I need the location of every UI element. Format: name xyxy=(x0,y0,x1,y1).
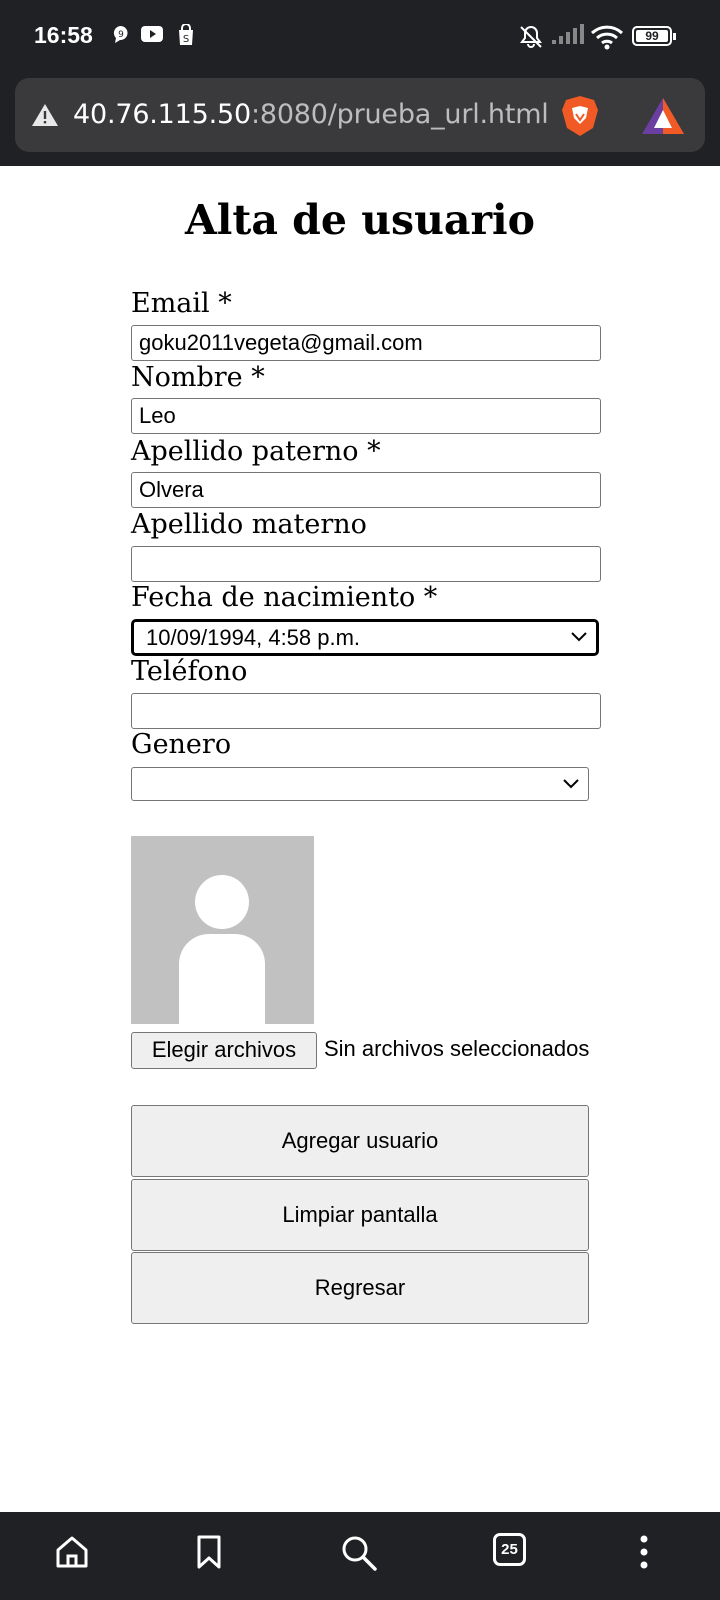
url-text[interactable]: 40.76.115.50:8080/prueba_url.html xyxy=(73,99,549,130)
file-status: Sin archivos seleccionados xyxy=(324,1036,590,1061)
apellido-materno-field[interactable] xyxy=(131,546,601,582)
wifi-icon xyxy=(590,25,624,50)
nombre-field[interactable]: Leo xyxy=(131,398,601,434)
battery-icon: 99 xyxy=(632,26,676,46)
warning-icon[interactable] xyxy=(31,102,59,128)
birthdate-picker[interactable]: 10/09/1994, 4:58 p.m. xyxy=(131,619,599,656)
user-silhouette-icon xyxy=(179,875,265,1024)
brave-rewards-icon[interactable] xyxy=(640,96,686,136)
home-icon[interactable] xyxy=(54,1534,90,1570)
apellido-paterno-field[interactable]: Olvera xyxy=(131,472,601,508)
chat-notification-icon: 9 xyxy=(113,25,128,43)
mute-icon xyxy=(520,25,542,48)
apellido-materno-label: Apellido materno xyxy=(131,509,367,540)
shopping-notification-icon: S xyxy=(179,24,193,45)
nombre-label: Nombre * xyxy=(131,362,265,393)
clear-screen-button[interactable]: Limpiar pantalla xyxy=(131,1179,589,1251)
genero-select[interactable] xyxy=(131,767,589,801)
youtube-notification-icon xyxy=(141,26,163,42)
telefono-label: Teléfono xyxy=(131,656,248,687)
more-options-icon[interactable] xyxy=(638,1534,650,1570)
genero-label: Genero xyxy=(131,729,232,760)
fecha-nacimiento-label: Fecha de nacimiento * xyxy=(131,582,438,613)
chevron-down-icon xyxy=(571,632,587,642)
address-bar[interactable]: 40.76.115.50:8080/prueba_url.html xyxy=(15,78,705,152)
browser-bottom-nav: 25 xyxy=(0,1512,720,1600)
apellido-paterno-label: Apellido paterno * xyxy=(131,436,381,467)
tabs-button[interactable]: 25 xyxy=(493,1533,526,1566)
page-title: Alta de usuario xyxy=(185,196,535,244)
brave-shields-icon[interactable] xyxy=(560,94,600,138)
chevron-down-icon xyxy=(563,779,579,789)
url-path: :8080/prueba_url.html xyxy=(250,99,549,130)
bookmark-icon[interactable] xyxy=(193,1534,225,1570)
status-bar: 16:58 9 S 99 xyxy=(0,0,720,74)
status-time: 16:58 xyxy=(34,22,93,48)
email-label: Email * xyxy=(131,288,232,319)
telefono-field[interactable] xyxy=(131,693,601,729)
back-button[interactable]: Regresar xyxy=(131,1252,589,1324)
battery-level: 99 xyxy=(645,29,659,43)
signal-icon xyxy=(552,24,584,44)
avatar-placeholder xyxy=(131,836,314,1024)
choose-files-button[interactable]: Elegir archivos xyxy=(131,1032,317,1069)
svg-text:S: S xyxy=(183,34,189,45)
add-user-button[interactable]: Agregar usuario xyxy=(131,1105,589,1177)
url-host: 40.76.115.50 xyxy=(73,99,251,130)
email-field[interactable]: goku2011vegeta@gmail.com xyxy=(131,325,601,361)
svg-text:9: 9 xyxy=(118,30,124,40)
birthdate-value: 10/09/1994, 4:58 p.m. xyxy=(146,625,361,650)
search-icon[interactable] xyxy=(340,1534,378,1572)
browser-toolbar: 40.76.115.50:8080/prueba_url.html xyxy=(0,74,720,166)
